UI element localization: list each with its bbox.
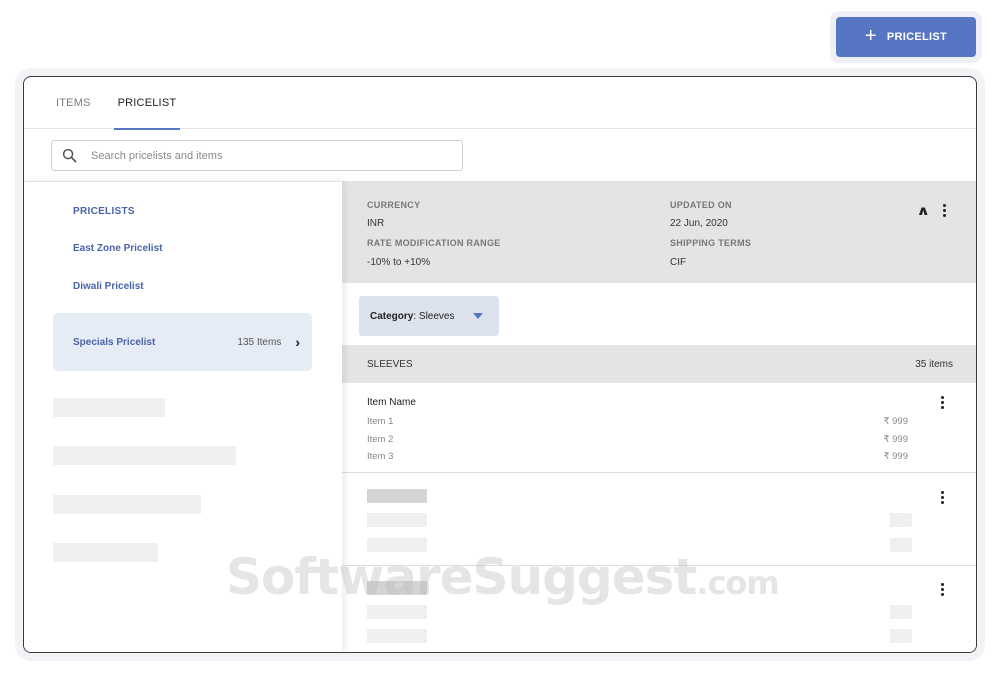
item-group: Item Name Item 1 ₹ 999 Item 2 ₹ 999 Item…: [342, 383, 976, 473]
shipping-terms-value: CIF: [670, 257, 687, 268]
section-title: SLEEVES: [367, 358, 413, 370]
add-pricelist-label: PRICELIST: [886, 31, 948, 43]
item-name: Item 1: [367, 416, 394, 427]
item-row: Item 1 ₹ 999: [367, 416, 908, 427]
pricelist-details: CURRENCY INR RATE MODIFICATION RANGE -10…: [342, 181, 976, 652]
item-price: ₹ 999: [883, 434, 908, 445]
item-name: Item 3: [367, 451, 394, 462]
item-price: ₹ 999: [883, 416, 908, 427]
plus-icon: +: [864, 25, 877, 47]
collapse-caret-icon[interactable]: ∧: [916, 203, 930, 219]
item-row: Item 3 ₹ 999: [367, 451, 908, 462]
more-options-icon[interactable]: [939, 489, 946, 506]
info-actions: ∧: [916, 202, 948, 219]
item-group-loading: [342, 567, 976, 652]
tab-items[interactable]: ITEMS: [52, 77, 95, 129]
search-input[interactable]: [91, 149, 431, 162]
skeleton-placeholder: [890, 513, 912, 527]
pricelist-card: ITEMS PRICELIST PRICELISTS East Zone Pri…: [23, 76, 977, 653]
updated-on-label: UPDATED ON: [670, 200, 732, 210]
updated-on-value: 22 Jun, 2020: [670, 218, 728, 229]
skeleton-placeholder: [890, 629, 912, 643]
section-header: SLEEVES 35 items: [342, 345, 976, 383]
skeleton-placeholder: [53, 543, 158, 562]
tab-pricelist[interactable]: PRICELIST: [113, 77, 181, 130]
pricelist-info-panel: CURRENCY INR RATE MODIFICATION RANGE -10…: [342, 182, 976, 283]
skeleton-placeholder: [367, 513, 427, 527]
sidebar-item-label: Specials Pricelist: [73, 336, 156, 348]
dropdown-arrow-icon: [472, 313, 483, 319]
skeleton-placeholder: [367, 581, 427, 595]
sidebar-item-specials[interactable]: Specials Pricelist 135 Items ›: [53, 313, 312, 371]
skeleton-placeholder: [367, 629, 427, 643]
skeleton-placeholder: [53, 495, 201, 514]
chevron-right-icon: ›: [295, 334, 300, 350]
sidebar-heading: PRICELISTS: [73, 206, 135, 217]
tab-bar: ITEMS PRICELIST: [24, 77, 976, 130]
item-group-loading: [342, 474, 976, 566]
skeleton-placeholder: [367, 489, 427, 503]
search-box[interactable]: [51, 140, 463, 171]
item-row: Item 2 ₹ 999: [367, 434, 908, 445]
section-count: 35 items: [915, 358, 953, 370]
skeleton-placeholder: [890, 605, 912, 619]
skeleton-placeholder: [367, 605, 427, 619]
shipping-terms-label: SHIPPING TERMS: [670, 238, 752, 248]
item-price: ₹ 999: [883, 451, 908, 462]
skeleton-placeholder: [890, 538, 912, 552]
skeleton-placeholder: [367, 538, 427, 552]
item-name-header: Item Name: [367, 397, 416, 408]
more-options-icon[interactable]: [941, 202, 948, 219]
skeleton-placeholder: [53, 446, 236, 465]
category-label: Category: [370, 310, 414, 322]
sidebar-item-count: 135 Items: [237, 336, 282, 348]
search-icon: [62, 148, 77, 163]
category-value: : Sleeves: [413, 310, 455, 322]
add-pricelist-button[interactable]: + PRICELIST: [836, 17, 976, 57]
rate-range-label: RATE MODIFICATION RANGE: [367, 238, 501, 248]
more-options-icon[interactable]: [939, 581, 946, 598]
sidebar-item-east-zone[interactable]: East Zone Pricelist: [73, 243, 162, 254]
sidebar-item-diwali[interactable]: Diwali Pricelist: [73, 281, 144, 292]
more-options-icon[interactable]: [939, 394, 946, 411]
skeleton-placeholder: [53, 398, 165, 417]
category-dropdown[interactable]: Category: Sleeves: [359, 296, 499, 336]
item-name: Item 2: [367, 434, 394, 445]
pricelist-sidebar: PRICELISTS East Zone Pricelist Diwali Pr…: [24, 181, 342, 652]
currency-label: CURRENCY: [367, 200, 421, 210]
currency-value: INR: [367, 218, 385, 229]
rate-range-value: -10% to +10%: [367, 257, 431, 268]
